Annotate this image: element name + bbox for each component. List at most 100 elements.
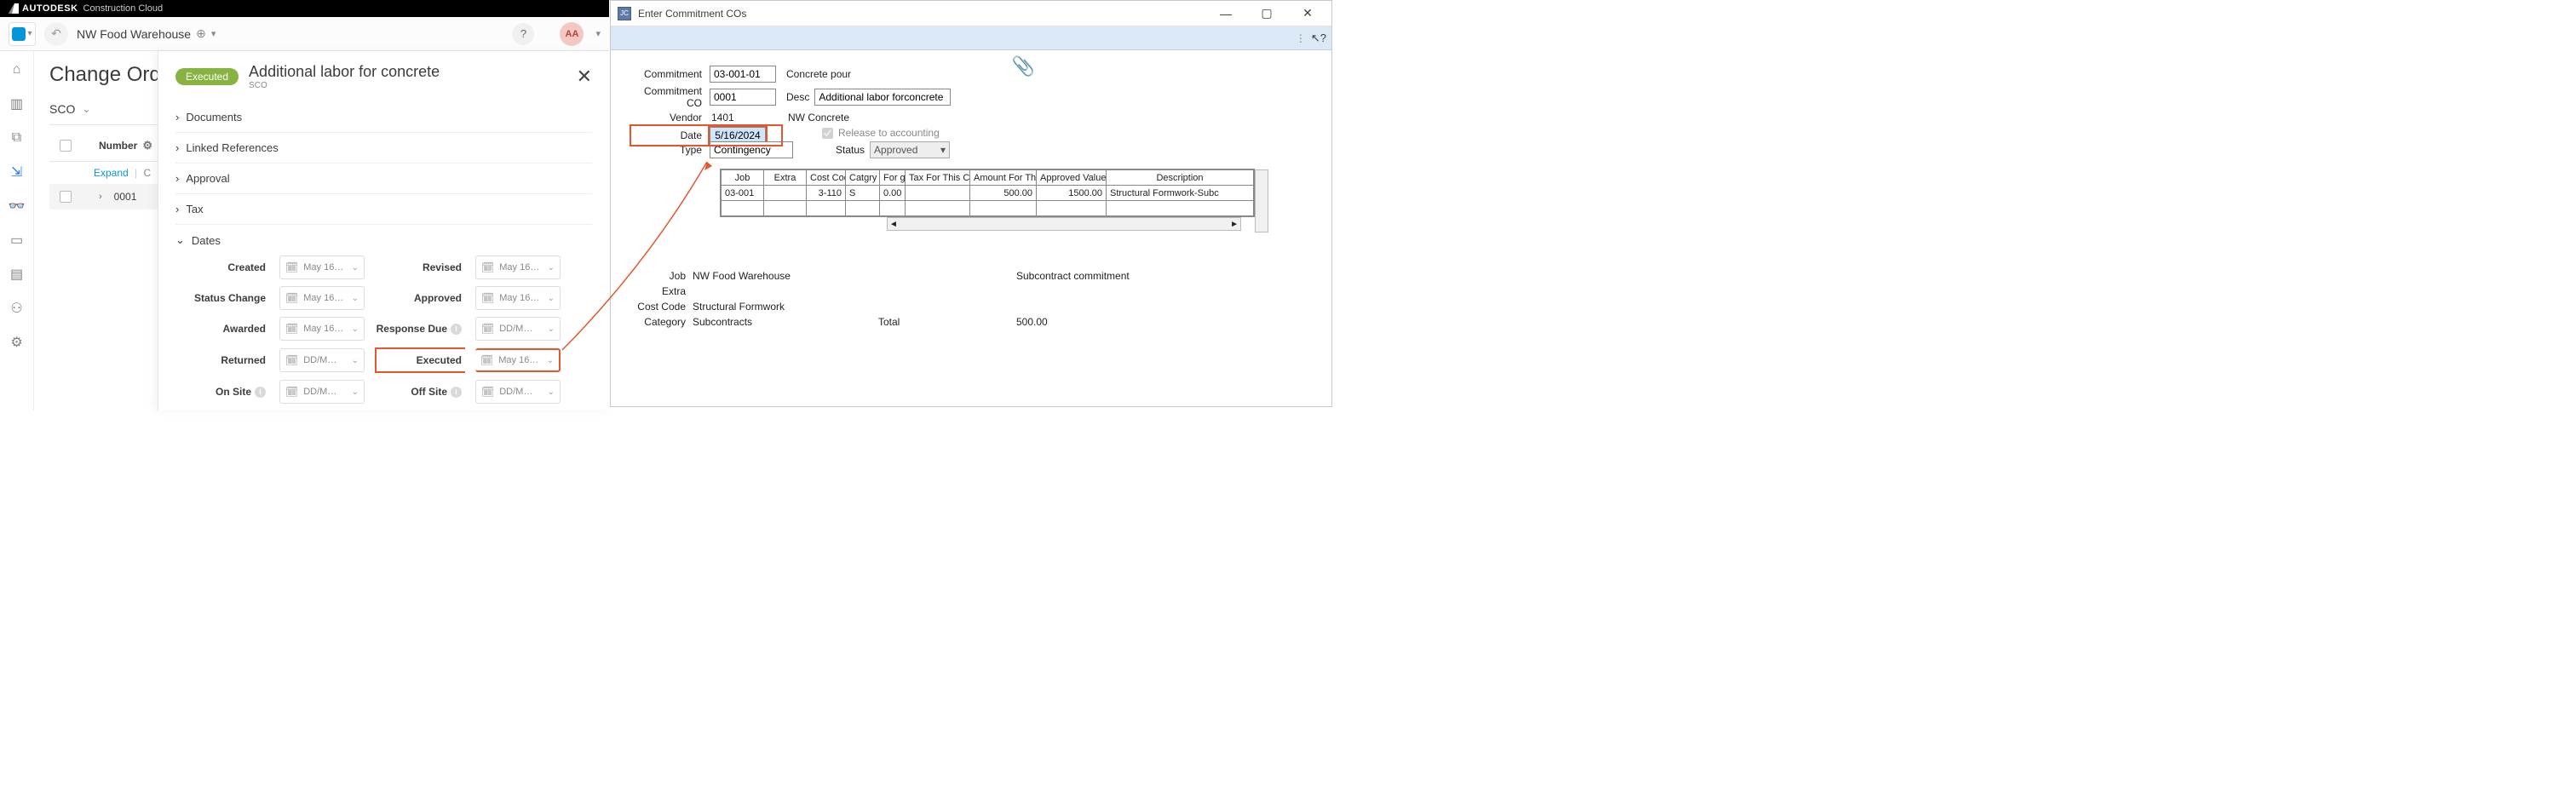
label-status-change: Status Change xyxy=(193,292,269,304)
col-description[interactable]: Description xyxy=(1107,170,1254,186)
vertical-scrollbar[interactable] xyxy=(1255,169,1268,232)
col-category[interactable]: Catgry xyxy=(846,170,880,186)
date-awarded[interactable]: 🗓May 16…⌄ xyxy=(279,317,365,341)
nav-binoculars-icon[interactable]: 👓 xyxy=(7,196,27,216)
section-documents[interactable]: ›Documents xyxy=(175,102,592,132)
chevron-right-icon[interactable]: › xyxy=(99,192,102,202)
nav-contracts-icon[interactable]: ⧉ xyxy=(7,128,27,148)
select-all-checkbox[interactable] xyxy=(60,140,72,152)
info-icon: i xyxy=(451,387,462,398)
help-icon[interactable]: ? xyxy=(512,23,534,45)
nav-change-orders-icon[interactable]: ⇲ xyxy=(7,162,27,182)
date-revised[interactable]: 🗓May 16…⌄ xyxy=(475,255,561,279)
horizontal-scrollbar[interactable]: ◄ ► xyxy=(887,217,1241,231)
label-cost-code: Cost Code xyxy=(631,301,693,313)
scroll-left-icon: ◄ xyxy=(889,220,898,229)
grid-row-empty[interactable] xyxy=(722,201,1254,216)
gear-icon[interactable]: ⚙ xyxy=(142,139,152,152)
status-badge: Executed xyxy=(175,68,239,85)
label-commitment-co: Commitment CO xyxy=(631,85,704,109)
commitment-co-input[interactable] xyxy=(710,89,776,106)
date-response-due[interactable]: 🗓DD/M…⌄ xyxy=(475,317,561,341)
row-number: 0001 xyxy=(114,191,137,203)
label-job: Job xyxy=(631,270,693,282)
line-items-grid[interactable]: Job Extra Cost Code Catgry For ge Tax Fo… xyxy=(720,169,1255,217)
label-off-site: Off Sitei xyxy=(375,386,465,398)
chevron-right-icon: › xyxy=(175,172,179,185)
type-input[interactable] xyxy=(710,141,793,158)
status-combo[interactable]: Approved▾ xyxy=(870,141,950,158)
row-checkbox[interactable] xyxy=(60,191,72,203)
panel-subtitle: SCO xyxy=(249,81,440,90)
label-vendor: Vendor xyxy=(631,112,704,123)
left-nav: ⌂ ▥ ⧉ ⇲ 👓 ▭ ▤ ⚇ ⚙ xyxy=(0,51,34,410)
nav-clipboard-icon[interactable]: ▤ xyxy=(7,264,27,284)
date-approved[interactable]: 🗓May 16…⌄ xyxy=(475,286,561,310)
date-on-site[interactable]: 🗓DD/M…⌄ xyxy=(279,380,365,404)
ribbon-bar: ⋮ ↖? xyxy=(611,26,1331,50)
label-returned: Returned xyxy=(193,354,269,366)
date-executed[interactable]: 🗓May 16…⌄ xyxy=(475,348,561,372)
close-icon[interactable]: ✕ xyxy=(577,67,592,86)
ribbon-grip-icon[interactable]: ⋮ xyxy=(1296,32,1306,44)
nav-members-icon[interactable]: ⚇ xyxy=(7,298,27,319)
section-tax[interactable]: ›Tax xyxy=(175,193,592,224)
minimize-button[interactable]: — xyxy=(1209,2,1243,26)
project-picker[interactable]: NW Food Warehouse ⊕ ▾ xyxy=(77,26,216,41)
col-for[interactable]: For ge xyxy=(880,170,906,186)
vendor-name: NW Concrete xyxy=(788,112,849,123)
section-dates[interactable]: ⌄Dates xyxy=(175,224,592,255)
col-job[interactable]: Job xyxy=(722,170,764,186)
close-button[interactable]: ✕ xyxy=(1291,2,1325,26)
window-title: Enter Commitment COs xyxy=(638,8,746,20)
date-status-change[interactable]: 🗓May 16…⌄ xyxy=(279,286,365,310)
window-titlebar: JC Enter Commitment COs — ▢ ✕ xyxy=(611,1,1331,26)
nav-file-icon[interactable]: ▭ xyxy=(7,230,27,250)
nav-budget-icon[interactable]: ▥ xyxy=(7,94,27,114)
commitment-desc: Concrete pour xyxy=(786,68,851,80)
context-help-icon[interactable]: ↖? xyxy=(1311,32,1326,45)
label-commitment: Commitment xyxy=(631,68,704,80)
collapse-link[interactable]: C xyxy=(144,167,152,179)
vendor-id: 1401 xyxy=(710,112,776,123)
col-tax[interactable]: Tax For This Change xyxy=(906,170,970,186)
section-linked-references[interactable]: ›Linked References xyxy=(175,132,592,163)
label-type: Type xyxy=(631,144,704,156)
col-amount[interactable]: Amount For This Change xyxy=(970,170,1037,186)
commitment-input[interactable] xyxy=(710,66,776,83)
expand-link[interactable]: Expand xyxy=(94,167,129,179)
attachment-icon[interactable]: 📎 xyxy=(1012,55,1035,77)
value-job: NW Food Warehouse xyxy=(693,270,863,282)
date-created[interactable]: 🗓May 16…⌄ xyxy=(279,255,365,279)
date-off-site[interactable]: 🗓DD/M…⌄ xyxy=(475,380,561,404)
avatar[interactable]: AA xyxy=(560,22,584,46)
module-switcher[interactable]: ▾ xyxy=(9,22,36,46)
chevron-right-icon: › xyxy=(175,141,179,154)
acc-header: ▾ ↶ NW Food Warehouse ⊕ ▾ ? AA ▾ xyxy=(0,17,609,51)
value-cost-code: Structural Formwork xyxy=(693,301,863,313)
panel-title: Additional labor for concrete xyxy=(249,63,440,81)
nav-settings-icon[interactable]: ⚙ xyxy=(7,332,27,353)
value-category: Subcontracts xyxy=(693,316,863,328)
acc-app: AUTODESK Construction Cloud ▾ ↶ NW Food … xyxy=(0,0,609,410)
back-button[interactable]: ↶ xyxy=(44,22,68,46)
column-number[interactable]: Number ⚙ xyxy=(99,139,152,152)
chevron-right-icon: › xyxy=(175,203,179,215)
grid-row[interactable]: 03-001 3-110 S 0.00 500.00 1500.00 Struc… xyxy=(722,186,1254,201)
label-category: Category xyxy=(631,316,693,328)
chevron-down-icon: ⌄ xyxy=(175,233,185,247)
maximize-button[interactable]: ▢ xyxy=(1250,2,1284,26)
label-desc: Desc xyxy=(786,91,809,103)
commitment-form: 📎 Commitment Concrete pour Commitment CO… xyxy=(611,50,1331,328)
desc-input[interactable] xyxy=(814,89,951,106)
nav-home-icon[interactable]: ⌂ xyxy=(7,60,27,80)
section-approval[interactable]: ›Approval xyxy=(175,163,592,193)
col-approved[interactable]: Approved Value To Date xyxy=(1037,170,1107,186)
label-revised: Revised xyxy=(375,261,465,273)
date-returned[interactable]: 🗓DD/M…⌄ xyxy=(279,348,365,372)
label-on-site: On Sitei xyxy=(193,386,269,398)
release-accounting-checkbox xyxy=(822,128,833,139)
col-cost-code[interactable]: Cost Code xyxy=(807,170,846,186)
col-extra[interactable]: Extra xyxy=(764,170,807,186)
value-subcontract: Subcontract commitment xyxy=(1016,270,1311,282)
